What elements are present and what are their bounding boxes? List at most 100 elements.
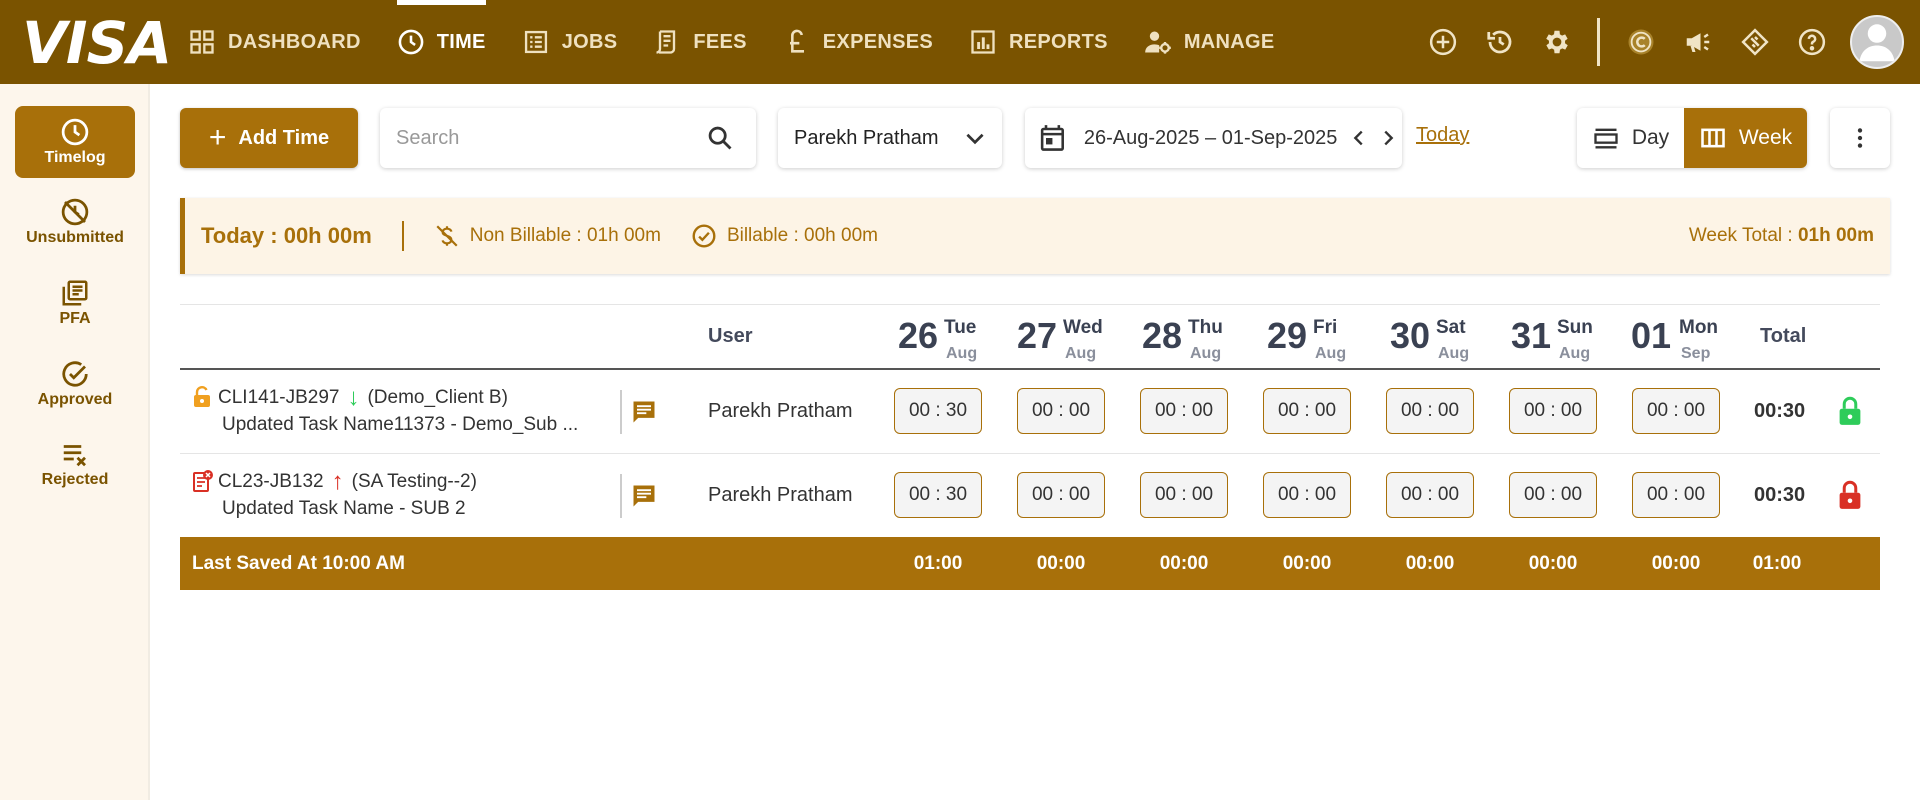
add-circle-icon[interactable]	[1414, 0, 1471, 84]
help-icon[interactable]	[1783, 0, 1840, 84]
day-number: 28	[1142, 315, 1183, 356]
day-name: Mon	[1679, 317, 1719, 338]
nav-manage[interactable]: MANAGE	[1126, 0, 1293, 84]
ticket-icon[interactable]	[1726, 0, 1783, 84]
next-week-button[interactable]	[1373, 108, 1402, 168]
day-total: 00:00	[1405, 553, 1455, 574]
job-info: CL23-JB132 ↑ (SA Testing--2)	[218, 468, 477, 496]
time-entry-input[interactable]	[1140, 388, 1228, 434]
time-entry-input[interactable]	[1509, 472, 1597, 518]
sidebar-item-unsubmitted[interactable]: Unsubmitted	[15, 186, 135, 258]
grand-total: 01:00	[1752, 553, 1802, 574]
time-entry-input[interactable]	[1017, 472, 1105, 518]
client-name: (SA Testing--2)	[351, 471, 477, 492]
nav-reports[interactable]: REPORTS	[951, 0, 1126, 84]
user-avatar[interactable]	[1850, 15, 1904, 69]
pound-icon	[789, 29, 804, 53]
day-month: Aug	[1190, 345, 1222, 362]
job-code[interactable]: CL23-JB132	[218, 471, 324, 493]
comment-icon[interactable]	[630, 482, 658, 510]
sidebar-item-pfa[interactable]: PFA	[15, 267, 135, 339]
top-actions	[1414, 0, 1920, 84]
nav-expenses[interactable]: EXPENSES	[765, 0, 951, 84]
last-saved-label: Last Saved At 10:00 AM	[192, 553, 405, 574]
week-view-label: Week	[1738, 126, 1793, 149]
row-user: Parekh Pratham	[708, 400, 853, 422]
today-link[interactable]: Today	[1416, 124, 1469, 147]
row-divider	[620, 390, 622, 434]
day-total: 00:00	[1282, 553, 1332, 574]
add-time-button[interactable]: + Add Time	[180, 108, 358, 168]
day-number: 30	[1390, 315, 1431, 356]
day-header-tue: 26 Tue Aug	[898, 309, 1008, 367]
day-view-icon	[1594, 128, 1618, 149]
view-toggle: Day Week	[1577, 108, 1807, 168]
history-icon[interactable]	[1471, 0, 1528, 84]
unlocked-icon[interactable]	[1836, 396, 1864, 426]
search-icon[interactable]	[706, 124, 734, 152]
day-name: Wed	[1063, 317, 1103, 338]
comment-icon[interactable]	[630, 398, 658, 426]
day-header-sun: 31 Sun Aug	[1511, 309, 1621, 367]
day-month: Aug	[1315, 345, 1347, 362]
totals-footer-row: Last Saved At 10:00 AM 01:00 00:00 00:00…	[180, 537, 1880, 590]
billable-text: Billable : 00h 00m	[726, 225, 878, 246]
day-view-button[interactable]: Day	[1577, 108, 1684, 168]
time-entry-input[interactable]	[1386, 472, 1474, 518]
priority-up-icon: ↑	[331, 468, 344, 495]
megaphone-icon[interactable]	[1669, 0, 1726, 84]
today-total: Today : 00h 00m	[201, 223, 372, 248]
search-input[interactable]	[380, 126, 700, 150]
day-name: Fri	[1313, 317, 1338, 338]
job-code[interactable]: CLI141-JB297	[218, 387, 339, 409]
time-entry-input[interactable]	[1386, 388, 1474, 434]
sidebar-item-label: Unsubmitted	[26, 229, 124, 246]
locked-icon[interactable]	[1836, 480, 1864, 510]
time-entry-input[interactable]	[894, 472, 982, 518]
user-avatar-icon	[1859, 24, 1895, 62]
more-options-button[interactable]	[1830, 108, 1890, 168]
week-total: Week Total : 01h 00m	[1689, 225, 1874, 247]
gear-icon[interactable]	[1528, 0, 1585, 84]
time-entry-input[interactable]	[894, 388, 982, 434]
check-circle-icon	[692, 224, 716, 248]
non-billable-icon	[436, 225, 458, 247]
non-billable-summary: Non Billable : 01h 00m	[434, 223, 661, 249]
date-range-picker[interactable]: 26-Aug-2025 – 01-Sep-2025	[1025, 108, 1402, 168]
nav-expenses-label: EXPENSES	[822, 30, 934, 53]
sidebar-item-timelog[interactable]: Timelog	[15, 106, 135, 178]
chevron-left-icon	[1353, 130, 1363, 146]
time-entry-input[interactable]	[1263, 472, 1351, 518]
day-name: Tue	[944, 317, 977, 338]
nav-jobs[interactable]: JOBS	[504, 0, 636, 84]
day-number: 31	[1511, 315, 1552, 356]
summary-divider	[401, 221, 404, 251]
sidebar-item-label: Timelog	[44, 149, 106, 166]
week-view-button[interactable]: Week	[1684, 108, 1807, 168]
nav-time-label: TIME	[436, 30, 486, 53]
table-row: CL23-JB132 ↑ (SA Testing--2) Updated Tas…	[180, 454, 1880, 538]
currency-icon[interactable]	[1612, 0, 1669, 84]
nav-dashboard[interactable]: DASHBOARD	[170, 0, 379, 84]
time-entry-input[interactable]	[1263, 388, 1351, 434]
previous-week-button[interactable]	[1344, 108, 1373, 168]
day-total: 01:00	[913, 553, 963, 574]
task-name: Updated Task Name11373 - Demo_Sub ...	[222, 414, 579, 435]
nav-fees[interactable]: FEES	[635, 0, 764, 84]
time-entry-input[interactable]	[1140, 472, 1228, 518]
timesheet-table-header: User 26 Tue Aug 27 Wed Aug 28 Thu Aug 29…	[180, 304, 1880, 370]
time-entry-input[interactable]	[1632, 388, 1720, 434]
sidebar-item-approved[interactable]: Approved	[15, 348, 135, 420]
brand-logo[interactable]: VISA	[22, 14, 172, 72]
nav-jobs-label: JOBS	[561, 30, 618, 53]
user-select-dropdown[interactable]: Parekh Pratham	[778, 108, 1002, 168]
day-total: 00:00	[1036, 553, 1086, 574]
time-entry-input[interactable]	[1509, 388, 1597, 434]
nav-time[interactable]: TIME	[379, 0, 504, 84]
week-total-label: Week Total :	[1688, 225, 1798, 246]
time-entry-input[interactable]	[1017, 388, 1105, 434]
sidebar-item-rejected[interactable]: Rejected	[15, 428, 135, 500]
job-info: CLI141-JB297 ↓ (Demo_Client B)	[218, 384, 508, 412]
dashboard-icon	[190, 30, 214, 54]
time-entry-input[interactable]	[1632, 472, 1720, 518]
